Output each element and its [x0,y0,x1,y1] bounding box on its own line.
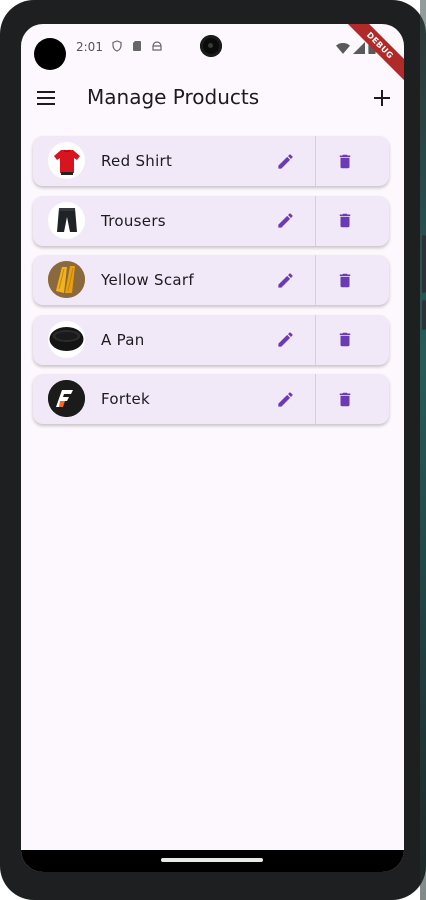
shield-icon [112,40,122,52]
add-product-button[interactable] [368,84,396,112]
pencil-icon [277,332,293,347]
divider [315,136,316,186]
trousers-thumbnail [48,201,85,239]
pan-thumbnail [48,320,85,358]
status-time: 2:01 [76,40,103,54]
delete-button[interactable] [333,328,357,352]
pencil-icon [277,213,293,228]
trash-icon [339,154,351,168]
list-item[interactable]: Red Shirt [33,136,389,186]
red-shirt-thumbnail [48,142,85,179]
product-list: Red Shirt Trousers Yellow Scarf A Pan Fo… [33,136,389,434]
edit-button[interactable] [273,328,297,352]
signal-icon [353,41,365,54]
power-button [422,300,426,330]
product-name: A Pan [101,330,145,349]
divider [315,255,316,305]
divider [315,374,316,424]
volume-button [422,235,426,293]
menu-button[interactable] [33,84,61,112]
camera-cutout [200,35,222,57]
system-navigation-bar [21,850,404,872]
fortek-logo-thumbnail [48,380,85,417]
delete-button[interactable] [333,387,357,411]
delete-button[interactable] [333,209,357,233]
wifi-icon [336,42,350,54]
pencil-icon [277,153,293,169]
menu-icon [37,91,55,105]
yellow-scarf-thumbnail [48,261,85,298]
trash-icon [339,332,351,347]
edit-button[interactable] [273,387,297,411]
device-edge [420,0,426,900]
add-icon [374,90,390,106]
delete-button[interactable] [333,268,357,292]
edit-button[interactable] [273,268,297,292]
edit-button[interactable] [273,209,297,233]
delete-button[interactable] [333,149,357,173]
app-bar: Manage Products [21,74,404,122]
product-name: Trousers [101,211,166,230]
status-bar: 2:01 DEBUG [21,24,404,87]
list-item[interactable]: Yellow Scarf [33,255,389,305]
home-indicator[interactable] [161,858,263,862]
android-icon [152,41,162,51]
product-name: Fortek [101,390,151,408]
trash-icon [339,273,351,287]
divider [315,314,316,365]
notification-icons [111,40,163,52]
divider [315,195,316,246]
front-camera-dot [34,38,66,70]
trash-icon [339,213,351,228]
app-screen: 2:01 DEBUG Manage Products Red Shirt Tro… [21,24,404,872]
pencil-icon [277,391,293,407]
product-name: Yellow Scarf [101,271,194,289]
trash-icon [339,392,351,406]
list-item[interactable]: Trousers [33,195,389,246]
page-title: Manage Products [87,85,260,109]
product-name: Red Shirt [101,152,173,170]
phone-frame: 2:01 DEBUG Manage Products Red Shirt Tro… [0,0,426,900]
pencil-icon [277,272,293,288]
edit-button[interactable] [273,149,297,173]
list-item[interactable]: A Pan [33,314,389,365]
sd-card-icon [133,41,141,51]
list-item[interactable]: Fortek [33,374,389,424]
